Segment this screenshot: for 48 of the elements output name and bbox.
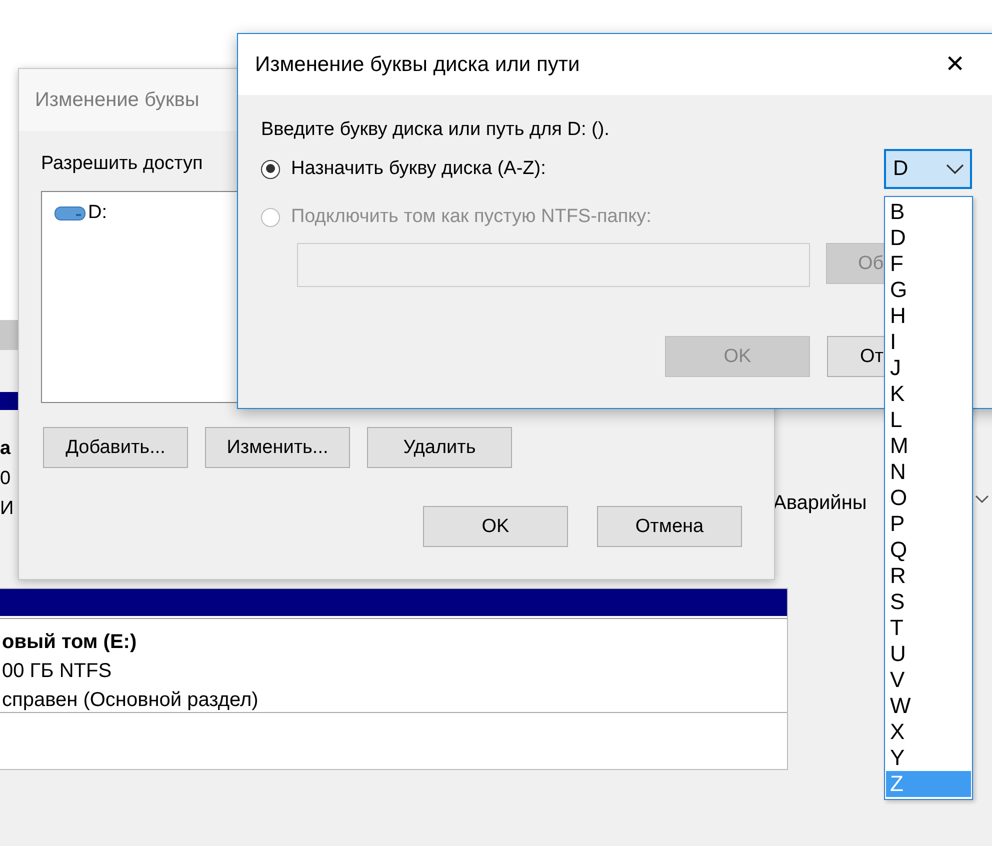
instruction-text: Введите букву диска или путь для D: (). [261, 119, 610, 141]
cut-text: И [0, 498, 14, 520]
drive-item[interactable]: D: [54, 202, 107, 224]
list-option[interactable]: O [886, 485, 971, 511]
list-option[interactable]: B [886, 199, 971, 225]
cut-text: а [0, 438, 11, 460]
volume-status: справен (Основной раздел) [2, 689, 260, 712]
cut-text: 0 [0, 468, 11, 490]
volume-bar [0, 392, 18, 410]
window-title: Изменение буквы [35, 88, 200, 112]
status-text: Аварийны [773, 492, 867, 515]
list-option[interactable]: H [886, 303, 971, 329]
list-option[interactable]: P [886, 511, 971, 537]
dialog-button[interactable]: Изменить... [205, 427, 350, 468]
list-option[interactable]: K [886, 381, 971, 407]
dialog-button[interactable]: OK [423, 506, 568, 547]
radio-button[interactable] [261, 160, 280, 178]
volume-name: овый том (E:) [2, 631, 138, 654]
chevron-icon [975, 495, 989, 504]
list-option[interactable]: I [886, 329, 971, 355]
dialog-button[interactable]: Отмена [597, 506, 742, 547]
list-option[interactable]: X [886, 719, 971, 745]
list-option[interactable]: J [886, 355, 971, 381]
list-option[interactable]: V [886, 667, 971, 693]
prompt-text: Разрешить доступ [41, 153, 203, 175]
chevron-icon [946, 164, 964, 174]
list-option[interactable]: U [886, 641, 971, 667]
list-option[interactable]: L [886, 407, 971, 433]
volume-size: 00 ГБ NTFS [2, 660, 113, 683]
option-label: Подключить том как пустую NTFS-папку: [291, 206, 652, 228]
list-option[interactable]: R [886, 563, 971, 589]
list-option[interactable]: D [886, 225, 971, 251]
list-option[interactable]: T [886, 615, 971, 641]
list-option[interactable]: Y [886, 745, 971, 771]
letter-dropdown[interactable]: D [884, 149, 972, 189]
list-option[interactable]: W [886, 693, 971, 719]
list-option[interactable]: N [886, 459, 971, 485]
list-option[interactable]: S [886, 589, 971, 615]
list-option[interactable]: M [886, 433, 971, 459]
list-option[interactable]: G [886, 277, 971, 303]
window-title: Изменение буквы диска или пути [255, 52, 581, 76]
list-option[interactable]: F [886, 251, 971, 277]
list-option[interactable]: Q [886, 537, 971, 563]
dialog-button[interactable]: Добавить... [43, 427, 188, 468]
close-icon[interactable]: ✕ [931, 50, 979, 79]
drive-icon [54, 205, 86, 221]
dialog-button[interactable]: Удалить [367, 427, 512, 468]
option-label: Назначить букву диска (A-Z): [291, 158, 547, 180]
